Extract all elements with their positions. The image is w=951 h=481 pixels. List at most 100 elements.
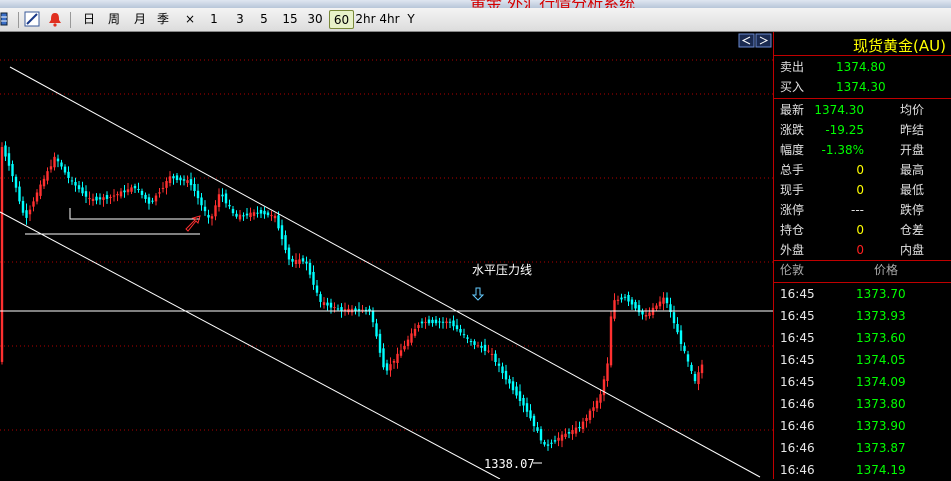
candle-body [574, 427, 578, 434]
scroll-left-button[interactable] [738, 33, 755, 48]
candle-body [235, 213, 238, 217]
candle-body [238, 214, 242, 220]
support-line-1[interactable] [69, 208, 200, 220]
candle-body [571, 429, 574, 435]
candle-body [417, 325, 420, 328]
candle-body [616, 299, 620, 301]
candle-body [536, 427, 539, 431]
grid-icon[interactable] [0, 11, 16, 27]
candle-body [480, 345, 483, 348]
tick-row[interactable]: 16:45 1373.70 [774, 283, 951, 305]
period-button-7[interactable]: 5 [256, 10, 272, 29]
candle-body [161, 187, 165, 189]
tick-time: 16:46 [780, 463, 815, 477]
tick-row[interactable]: 16:45 1374.09 [774, 371, 951, 393]
tick-time: 16:46 [780, 397, 815, 411]
period-button-8[interactable]: 15 [280, 10, 300, 29]
draw-line-icon[interactable] [24, 11, 40, 27]
stat-value: 0 [856, 183, 864, 197]
candle-body [462, 334, 466, 336]
scroll-right-button[interactable] [755, 33, 772, 48]
candle-body [550, 442, 553, 444]
candle-body [424, 321, 427, 323]
candle-body [427, 319, 431, 324]
tick-price: 1373.80 [856, 397, 906, 411]
candle-body [403, 345, 406, 350]
candle-body [662, 297, 665, 304]
candle-body [546, 444, 550, 446]
candle-body [165, 181, 168, 188]
hollow-arrow-icon [185, 215, 201, 232]
candle-body [214, 205, 217, 217]
candle-body [242, 215, 245, 217]
candle-body [196, 190, 200, 199]
period-button-12[interactable]: 4hr [377, 10, 402, 29]
period-button-0[interactable]: 日 [81, 10, 97, 29]
candle-body [53, 156, 56, 168]
tick-row[interactable]: 16:46 1373.80 [774, 393, 951, 415]
candle-body [452, 320, 455, 327]
stat-value: -19.25 [825, 123, 864, 137]
candle-body [585, 418, 588, 421]
candle-body [210, 216, 214, 219]
candle-body [627, 295, 630, 302]
stat-value: 0 [856, 163, 864, 177]
alarm-bell-icon[interactable] [47, 11, 63, 27]
tick-time: 16:45 [780, 375, 815, 389]
period-button-3[interactable]: 季 [153, 10, 173, 29]
candle-body [630, 299, 634, 305]
tick-time: 16:45 [780, 353, 815, 367]
candle-body [406, 339, 410, 347]
period-button-10[interactable]: 60 [329, 10, 354, 29]
candle-body [602, 379, 606, 396]
buy-label: 买入 [780, 80, 805, 94]
candle-body [501, 366, 504, 374]
candle-body [147, 197, 151, 204]
resistance-annotation: 水平压力线 [472, 263, 532, 277]
stat-row: 涨停 --- 跌停 [774, 200, 951, 220]
candle-body [18, 186, 21, 202]
candle-body [357, 309, 361, 311]
tick-price: 1374.09 [856, 375, 906, 389]
candle-body [595, 400, 599, 409]
tick-row[interactable]: 16:45 1374.05 [774, 349, 951, 371]
candle-body [693, 373, 697, 382]
candle-body [228, 204, 231, 207]
candle-body [172, 176, 175, 179]
tick-time: 16:45 [780, 309, 815, 323]
period-button-6[interactable]: 3 [232, 10, 248, 29]
candlestick-chart[interactable]: 水平压力线 1338.07 [0, 32, 773, 479]
upper-trend-line[interactable] [9, 66, 761, 478]
candle-body [112, 195, 116, 197]
period-button-5[interactable]: 1 [206, 10, 222, 29]
period-button-9[interactable]: 30 [305, 10, 325, 29]
toolbar-separator [70, 12, 71, 28]
candle-body [42, 178, 46, 187]
candle-body [578, 427, 581, 429]
stat-value: 0 [856, 243, 864, 257]
period-button-13[interactable]: Y [403, 10, 419, 29]
period-button-1[interactable]: 周 [104, 10, 124, 29]
candle-body [221, 194, 224, 197]
period-button-11[interactable]: 2hr [353, 10, 378, 29]
candle-body [98, 197, 102, 200]
tick-row[interactable]: 16:46 1373.90 [774, 415, 951, 437]
tick-row[interactable]: 16:46 1373.87 [774, 437, 951, 459]
candle-body [105, 195, 109, 199]
candle-body [21, 200, 25, 213]
candle-body [151, 200, 154, 202]
tick-row[interactable]: 16:45 1373.93 [774, 305, 951, 327]
buy-value: 1374.30 [836, 80, 886, 94]
tick-time: 16:45 [780, 331, 815, 345]
candle-body [32, 201, 35, 207]
tick-row[interactable]: 16:46 1374.19 [774, 459, 951, 481]
candle-body [63, 166, 67, 173]
period-button-4[interactable]: × [182, 10, 198, 29]
stat-label-2: 跌停 [900, 203, 925, 217]
candle-body [564, 433, 567, 437]
candle-body [672, 312, 676, 324]
tick-row[interactable]: 16:45 1373.60 [774, 327, 951, 349]
candle-body [382, 348, 385, 368]
candle-body [515, 386, 518, 396]
period-button-2[interactable]: 月 [130, 10, 150, 29]
